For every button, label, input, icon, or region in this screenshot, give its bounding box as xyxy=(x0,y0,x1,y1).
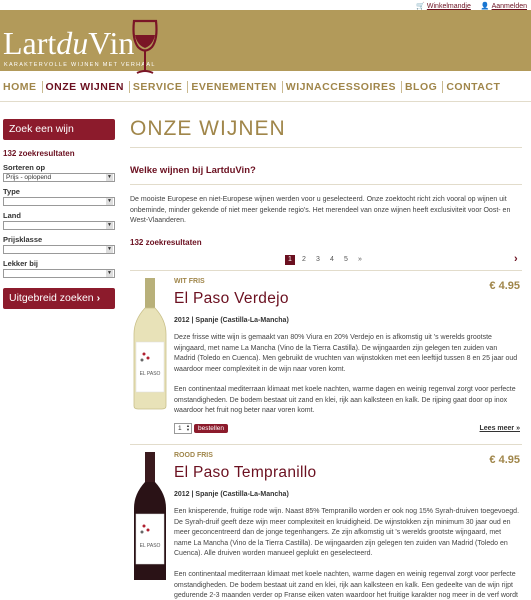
wine-description: Een knisperende, fruitige rode wijn. Naa… xyxy=(174,508,520,557)
wine-name[interactable]: El Paso Tempranillo xyxy=(174,464,316,482)
wine-description: Deze frisse witte wijn is gemaakt van 80… xyxy=(174,334,518,373)
chevron-down-icon: ▼ xyxy=(106,198,113,205)
sort-select-value: Prijs - oplopend xyxy=(6,174,52,181)
stepper-arrows-icon: ▲ ▼ xyxy=(186,423,190,432)
nav-divider xyxy=(0,101,531,102)
wine-price: € 4.95 xyxy=(489,454,520,466)
wine-card: EL PASO WIT FRIS El Paso Verdejo € 4.95 … xyxy=(130,278,522,448)
read-more-link[interactable]: Lees meer » xyxy=(480,425,520,432)
wine-category: ROOD FRIS xyxy=(174,452,213,459)
nav-item-service[interactable]: SERVICE xyxy=(130,81,189,93)
divider xyxy=(130,270,522,271)
sidebar: Zoek een wijn 132 zoekresultaten Sortere… xyxy=(3,119,115,309)
cart-link[interactable]: 🛒 Winkelmandje xyxy=(416,2,471,10)
wine-meta: 2012 | Spanje (Castilla-La-Mancha) xyxy=(174,317,289,324)
cart-icon: 🛒 xyxy=(416,3,425,10)
wine-price: € 4.95 xyxy=(489,280,520,292)
advanced-search-label: Uitgebreid zoeken xyxy=(9,292,94,304)
logo[interactable]: LartduVin xyxy=(3,27,134,59)
land-select[interactable]: ▼ xyxy=(3,221,115,230)
wine-description-2: Een continentaal mediterraan klimaat met… xyxy=(174,386,516,414)
type-label: Type xyxy=(3,187,20,196)
quantity-value: 1 xyxy=(178,425,182,432)
advanced-search-button[interactable]: Uitgebreid zoeken › xyxy=(3,288,115,309)
pager-page-3[interactable]: 3 xyxy=(313,255,323,265)
chevron-down-icon: ▼ xyxy=(106,222,113,229)
search-wine-header[interactable]: Zoek een wijn xyxy=(3,119,115,140)
intro-text: De mooiste Europese en niet-Europese wij… xyxy=(130,196,511,224)
pager-page-1[interactable]: 1 xyxy=(285,255,295,265)
chevron-down-icon: ▼ xyxy=(106,246,113,253)
logo-part-1: Lart xyxy=(3,25,57,61)
type-select[interactable]: ▼ xyxy=(3,197,115,206)
wine-category: WIT FRIS xyxy=(174,278,205,285)
main-nav: HOME ONZE WIJNEN SERVICE EVENEMENTEN WIJNACC… xyxy=(0,79,531,95)
nav-item-onze-wijnen[interactable]: ONZE WIJNEN xyxy=(43,81,130,93)
pagination: 1 2 3 4 5 » xyxy=(285,255,365,265)
chevron-down-icon: ▼ xyxy=(106,270,113,277)
wine-name[interactable]: El Paso Verdejo xyxy=(174,290,289,308)
land-label: Land xyxy=(3,211,21,220)
pager-next[interactable]: » xyxy=(355,255,365,265)
wine-bottle-image[interactable]: EL PASO xyxy=(130,278,170,410)
svg-text:EL PASO: EL PASO xyxy=(140,543,161,549)
chevron-down-icon: ▼ xyxy=(106,174,113,181)
user-icon: 👤 xyxy=(480,3,490,10)
nav-item-wijnaccessoires[interactable]: WIJNACCESSOIRES xyxy=(283,81,402,93)
nav-item-contact[interactable]: CONTACT xyxy=(443,81,505,93)
pager-page-2[interactable]: 2 xyxy=(299,255,309,265)
top-bar: 🛒 Winkelmandje 👤 Aanmelden xyxy=(0,0,531,10)
nav-item-home[interactable]: HOME xyxy=(0,81,43,93)
svg-text:EL PASO: EL PASO xyxy=(140,371,161,377)
sort-label: Sorteren op xyxy=(3,163,46,172)
chevron-right-icon: › xyxy=(96,292,101,304)
order-button[interactable]: bestellen xyxy=(194,424,229,433)
section-subtitle: Welke wijnen bij LartduVin? xyxy=(130,165,256,176)
divider xyxy=(130,444,522,445)
result-count: 132 zoekresultaten xyxy=(130,238,202,247)
page-title: ONZE WIJNEN xyxy=(130,117,286,140)
wine-description-2: Een continentaal mediterraan klimaat met… xyxy=(174,571,518,599)
wine-bottle-image[interactable]: EL PASO xyxy=(130,452,170,582)
nav-item-blog[interactable]: BLOG xyxy=(402,81,444,93)
pager-page-4[interactable]: 4 xyxy=(327,255,337,265)
lekker-select[interactable]: ▼ xyxy=(3,269,115,278)
wine-card: EL PASO ROOD FRIS El Paso Tempranillo € … xyxy=(130,452,522,600)
login-link[interactable]: 👤 Aanmelden xyxy=(481,2,527,10)
divider xyxy=(130,184,522,185)
cart-link-text[interactable]: Winkelmandje xyxy=(427,3,471,10)
price-select[interactable]: ▼ xyxy=(3,245,115,254)
logo-part-2: du xyxy=(56,25,89,61)
price-label: Prijsklasse xyxy=(3,235,43,244)
pager-page-5[interactable]: 5 xyxy=(341,255,351,265)
quantity-stepper[interactable]: 1 ▲ ▼ xyxy=(174,423,192,434)
next-page-arrow[interactable]: › xyxy=(514,253,518,265)
top-links: 🛒 Winkelmandje 👤 Aanmelden xyxy=(416,2,527,10)
login-link-text[interactable]: Aanmelden xyxy=(492,3,527,10)
order-row: 1 ▲ ▼ bestellen xyxy=(174,423,229,434)
sort-select[interactable]: Prijs - oplopend ▼ xyxy=(3,173,115,182)
header-banner: LartduVin KARAKTERVOLLE WIJNEN MET VERHA… xyxy=(0,10,531,74)
divider xyxy=(130,147,522,148)
nav-item-evenementen[interactable]: EVENEMENTEN xyxy=(188,81,283,93)
wine-glass-icon xyxy=(132,19,158,74)
lekker-label: Lekker bij xyxy=(3,259,39,268)
sidebar-result-count: 132 zoekresultaten xyxy=(3,149,75,158)
wine-meta: 2012 | Spanje (Castilla-La-Mancha) xyxy=(174,491,289,498)
